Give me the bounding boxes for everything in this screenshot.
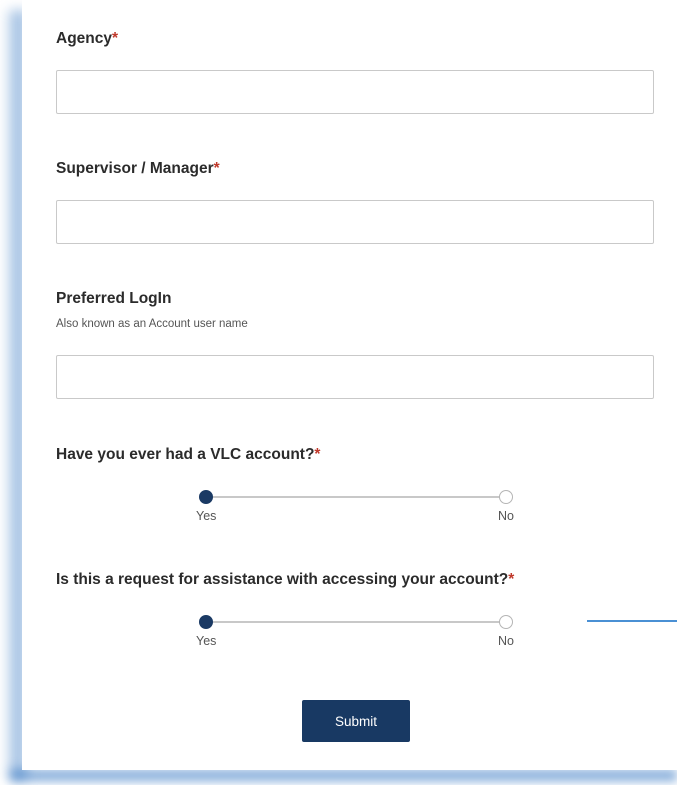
preferred-login-label-text: Preferred LogIn [56,290,172,307]
agency-input[interactable] [56,70,654,114]
vlc-account-no-radio[interactable] [499,490,513,504]
vlc-account-toggle[interactable]: Yes No [196,488,516,532]
supervisor-label: Supervisor / Manager* [56,160,220,178]
vlc-account-yes-label: Yes [196,509,217,523]
assistance-toggle[interactable]: Yes No [196,613,516,657]
preferred-login-label: Preferred LogIn [56,290,171,308]
vlc-account-no-label: No [498,509,514,523]
decorative-side-line [587,620,677,622]
assistance-question-text: Is this a request for assistance with ac… [56,571,509,588]
submit-button[interactable]: Submit [302,700,410,742]
vlc-account-track [206,496,506,498]
vlc-account-question-text: Have you ever had a VLC account? [56,446,315,463]
assistance-no-label: No [498,634,514,648]
page-frame: Agency* Supervisor / Manager* Preferred … [0,0,677,785]
supervisor-label-text: Supervisor / Manager [56,160,214,177]
agency-label-text: Agency [56,30,112,47]
assistance-yes-label: Yes [196,634,217,648]
assistance-question: Is this a request for assistance with ac… [56,571,514,589]
vlc-account-question: Have you ever had a VLC account?* [56,446,320,464]
assistance-no-radio[interactable] [499,615,513,629]
form-card: Agency* Supervisor / Manager* Preferred … [22,0,677,770]
preferred-login-input[interactable] [56,355,654,399]
agency-required-mark: * [112,30,119,47]
assistance-yes-radio[interactable] [199,615,213,629]
supervisor-input[interactable] [56,200,654,244]
vlc-account-yes-radio[interactable] [199,490,213,504]
supervisor-required-mark: * [213,160,220,177]
vlc-account-required-mark: * [314,446,321,463]
assistance-track [206,621,506,623]
assistance-required-mark: * [508,571,515,588]
agency-label: Agency* [56,30,118,48]
preferred-login-hint: Also known as an Account user name [56,318,248,330]
